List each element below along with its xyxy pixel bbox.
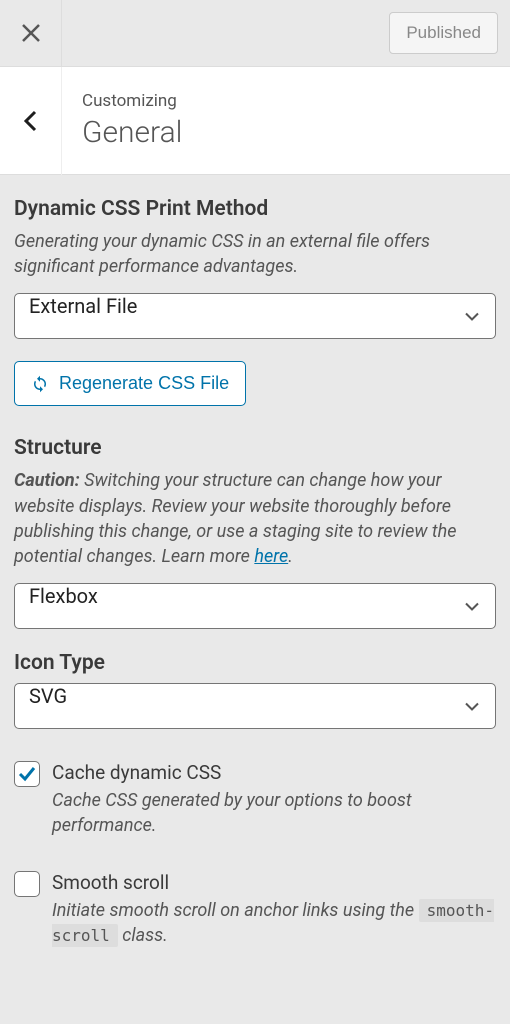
structure-after-link: . bbox=[288, 546, 293, 567]
css-method-select[interactable]: External File bbox=[14, 293, 496, 339]
structure-select-wrapper: Flexbox bbox=[14, 583, 496, 629]
page-title: General bbox=[82, 115, 182, 150]
check-icon bbox=[17, 764, 37, 784]
cache-css-label: Cache dynamic CSS bbox=[52, 761, 496, 784]
header-text: Customizing General bbox=[62, 91, 182, 150]
smooth-scroll-desc-before: Initiate smooth scroll on anchor links u… bbox=[52, 900, 419, 921]
cache-css-content: Cache dynamic CSS Cache CSS generated by… bbox=[52, 761, 496, 838]
structure-description: Caution: Switching your structure can ch… bbox=[14, 468, 496, 569]
header: Customizing General bbox=[0, 67, 510, 175]
cache-css-checkbox[interactable] bbox=[14, 761, 40, 787]
smooth-scroll-description: Initiate smooth scroll on anchor links u… bbox=[52, 898, 496, 948]
caution-label: Caution: bbox=[14, 470, 80, 491]
chevron-left-icon bbox=[21, 109, 41, 133]
published-button[interactable]: Published bbox=[389, 12, 498, 54]
css-method-select-wrapper: External File bbox=[14, 293, 496, 339]
icon-type-select-wrapper: SVG bbox=[14, 683, 496, 729]
smooth-scroll-desc-after: class. bbox=[118, 925, 168, 946]
css-method-heading: Dynamic CSS Print Method bbox=[14, 197, 496, 221]
content: Dynamic CSS Print Method Generating your… bbox=[0, 175, 510, 1002]
regenerate-css-label: Regenerate CSS File bbox=[59, 373, 229, 394]
cache-css-description: Cache CSS generated by your options to b… bbox=[52, 788, 496, 838]
smooth-scroll-row: Smooth scroll Initiate smooth scroll on … bbox=[14, 871, 496, 948]
icon-type-heading: Icon Type bbox=[14, 651, 496, 675]
css-method-description: Generating your dynamic CSS in an extern… bbox=[14, 229, 496, 279]
icon-type-select[interactable]: SVG bbox=[14, 683, 496, 729]
structure-heading: Structure bbox=[14, 436, 496, 460]
smooth-scroll-content: Smooth scroll Initiate smooth scroll on … bbox=[52, 871, 496, 948]
topbar: Published bbox=[0, 0, 510, 67]
back-button[interactable] bbox=[0, 67, 62, 175]
close-button[interactable] bbox=[0, 0, 62, 67]
close-icon bbox=[20, 22, 42, 44]
smooth-scroll-checkbox[interactable] bbox=[14, 871, 40, 897]
structure-learn-more-link[interactable]: here bbox=[254, 546, 288, 567]
smooth-scroll-label: Smooth scroll bbox=[52, 871, 496, 894]
regenerate-css-button[interactable]: Regenerate CSS File bbox=[14, 361, 246, 406]
cache-css-row: Cache dynamic CSS Cache CSS generated by… bbox=[14, 761, 496, 838]
refresh-icon bbox=[31, 375, 49, 393]
header-subtitle: Customizing bbox=[82, 91, 182, 111]
structure-desc-text: Switching your structure can change how … bbox=[14, 470, 457, 567]
structure-select[interactable]: Flexbox bbox=[14, 583, 496, 629]
